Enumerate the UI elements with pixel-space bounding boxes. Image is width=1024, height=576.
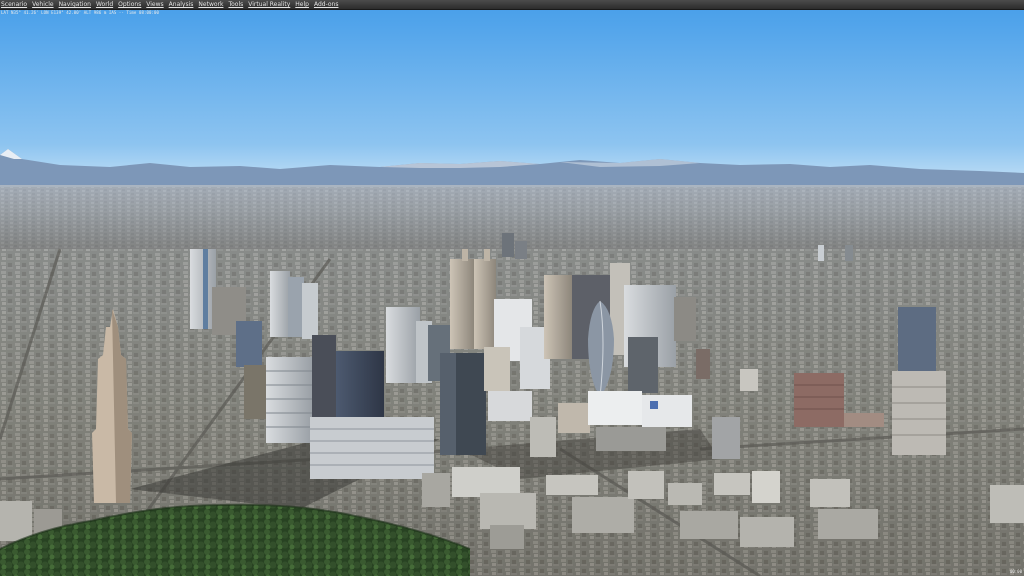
simulator-window: Scenario Vehicle Navigation World Options Vie… [0,0,1024,576]
menu-bar: Scenario Vehicle Navigation World Options Vie… [0,0,1024,10]
menu-scenario[interactable]: Scenario [1,0,31,9]
menu-tools[interactable]: Tools [228,0,247,9]
menu-navigation[interactable]: Navigation [59,0,95,9]
menu-world[interactable]: World [96,0,117,9]
scenery-viewport[interactable] [0,9,1024,576]
menu-options[interactable]: Options [118,0,145,9]
position-readout: LAT N35° 41.26' LON E139° 42.00' ALT 986… [1,10,160,15]
menu-add-ons[interactable]: Add-ons [314,0,343,9]
menu-vehicle[interactable]: Vehicle [32,0,57,9]
city-aerial-view [0,9,1024,576]
menu-network[interactable]: Network [198,0,227,9]
menu-analysis[interactable]: Analysis [169,0,198,9]
menu-virtual-reality[interactable]: Virtual Reality [248,0,294,9]
corner-clock: 00:00 [1009,569,1022,574]
menu-help[interactable]: Help [295,0,313,9]
menu-views[interactable]: Views [146,0,167,9]
